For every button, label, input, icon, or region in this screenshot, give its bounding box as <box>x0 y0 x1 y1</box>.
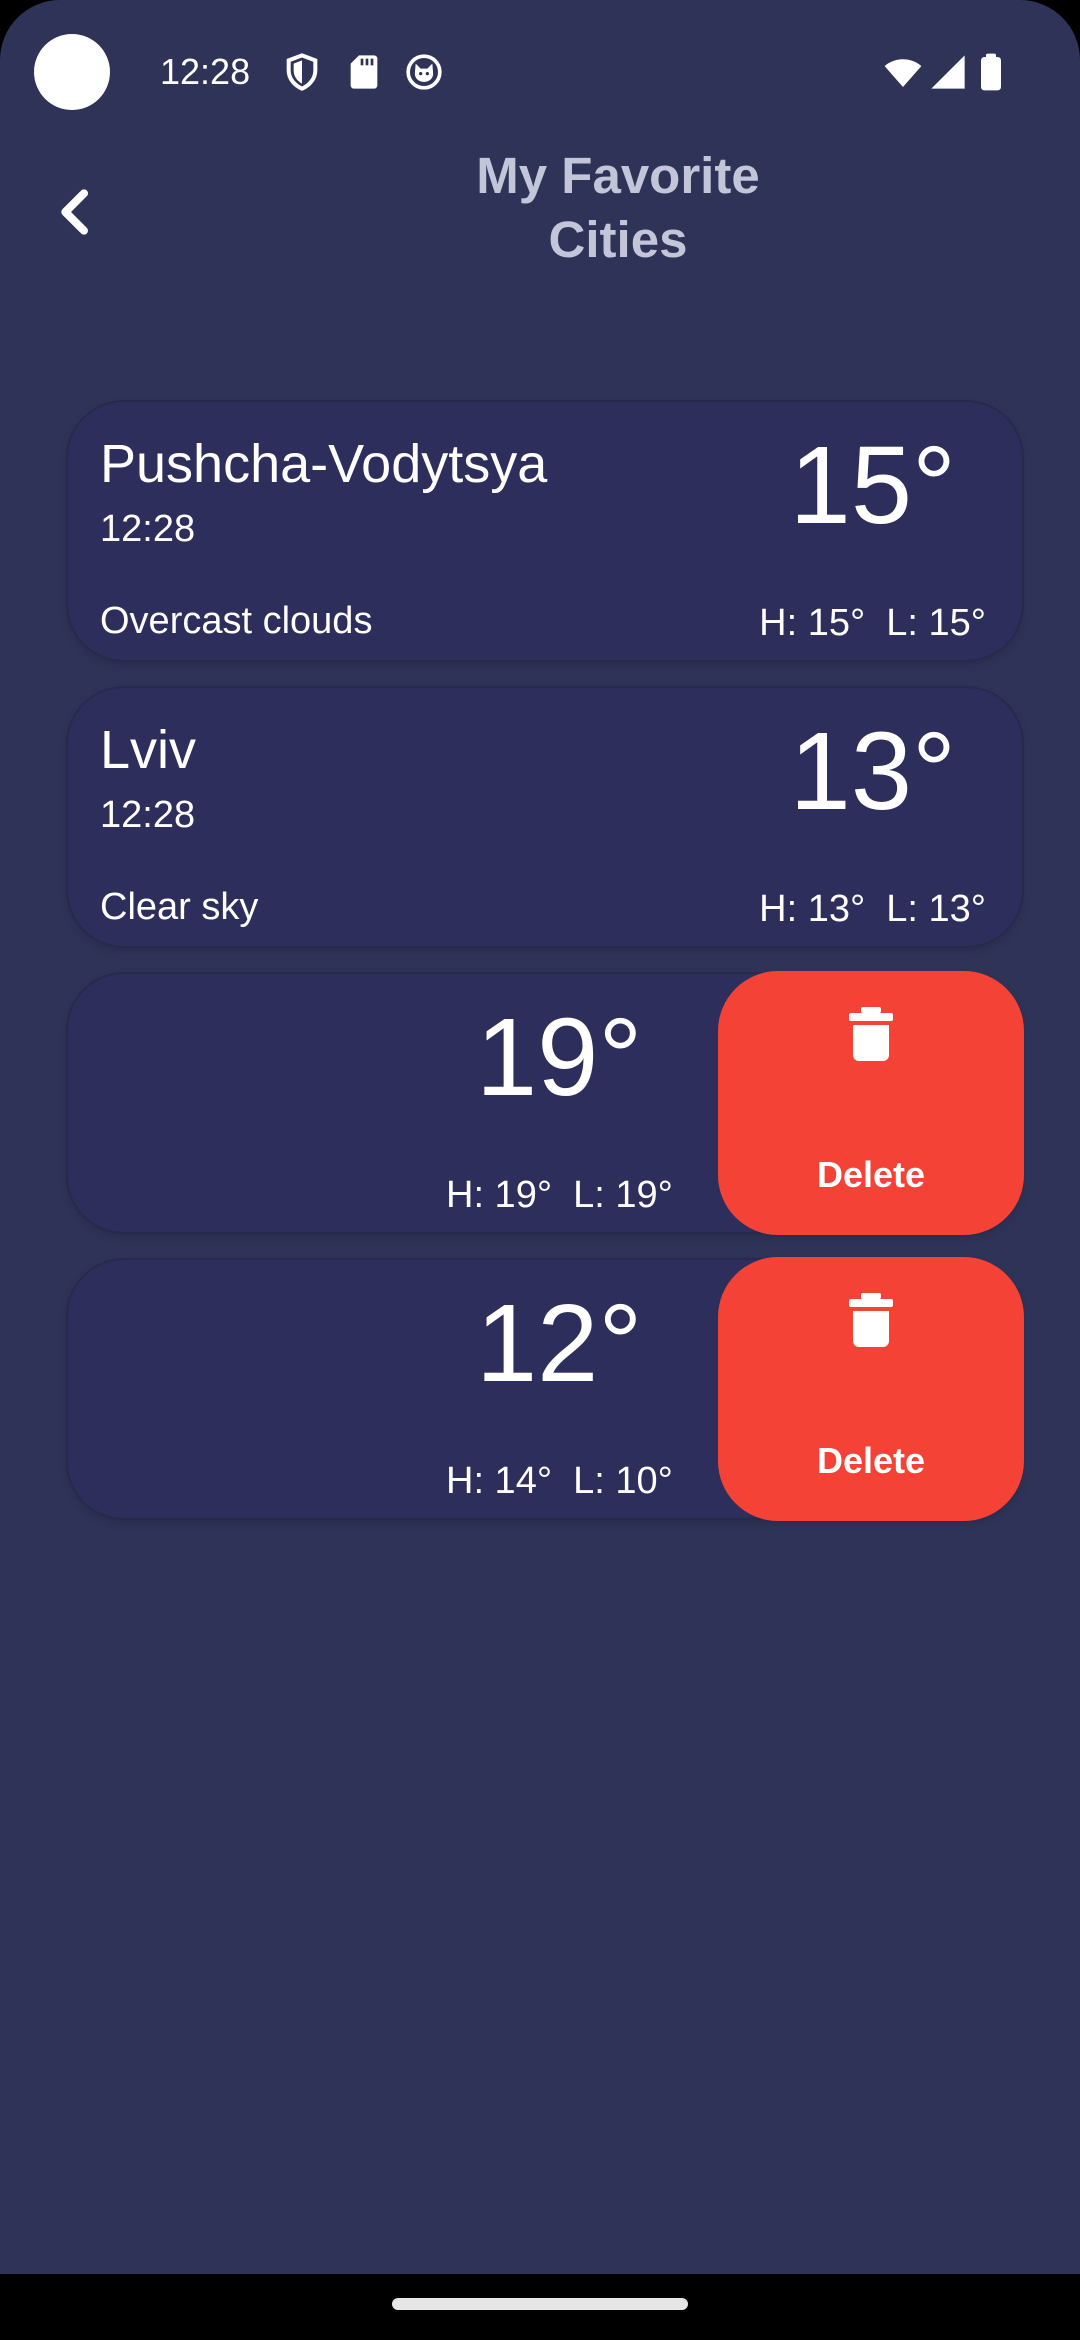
battery-icon <box>976 52 1006 92</box>
delete-label: Delete <box>816 1154 926 1195</box>
sd-card-icon <box>344 52 384 92</box>
city-local-time: 12:28 <box>100 794 196 836</box>
home-gesture-handle[interactable] <box>392 2298 688 2310</box>
status-time: 12:28 <box>160 51 251 92</box>
city-card-lviv[interactable]: Lviv 12:28 Clear sky 13° H: 13° L: 13° <box>68 688 1022 946</box>
delete-button[interactable]: Delete <box>718 971 1024 1235</box>
trash-icon <box>849 1293 893 1347</box>
back-button[interactable] <box>44 180 108 244</box>
weather-description: Overcast clouds <box>100 600 373 642</box>
signal-icon <box>928 52 968 92</box>
city-name: Lviv <box>100 720 197 780</box>
current-temperature: 13° <box>789 710 956 833</box>
current-temperature: 12° <box>476 1282 643 1405</box>
system-navigation-bar <box>0 2274 1080 2340</box>
city-card-pushcha-vodytsya[interactable]: Pushcha-Vodytsya 12:28 Overcast clouds 1… <box>68 402 1022 660</box>
high-low-temperature: H: 14° L: 10° <box>446 1460 673 1502</box>
high-low-temperature: H: 13° L: 13° <box>759 888 986 930</box>
weather-description: Clear sky <box>100 886 259 928</box>
city-local-time: 12:28 <box>100 508 196 550</box>
page-title: My Favorite Cities <box>476 147 760 268</box>
high-low-temperature: H: 19° L: 19° <box>446 1174 673 1216</box>
current-temperature: 19° <box>476 996 643 1119</box>
app-screen: 12:28 My Favorite Cities Pushcha-Vodytsy… <box>0 0 1080 2340</box>
delete-button[interactable]: Delete <box>718 1257 1024 1521</box>
shield-icon <box>282 52 322 92</box>
city-name: Pushcha-Vodytsya <box>100 434 548 494</box>
chevron-left-icon <box>44 180 108 244</box>
camera-cutout <box>34 34 110 110</box>
wifi-icon <box>880 52 926 92</box>
current-temperature: 15° <box>789 424 956 547</box>
trash-icon <box>849 1007 893 1061</box>
high-low-temperature: H: 15° L: 15° <box>759 602 986 644</box>
delete-label: Delete <box>816 1440 926 1481</box>
cat-face-icon <box>404 52 444 92</box>
